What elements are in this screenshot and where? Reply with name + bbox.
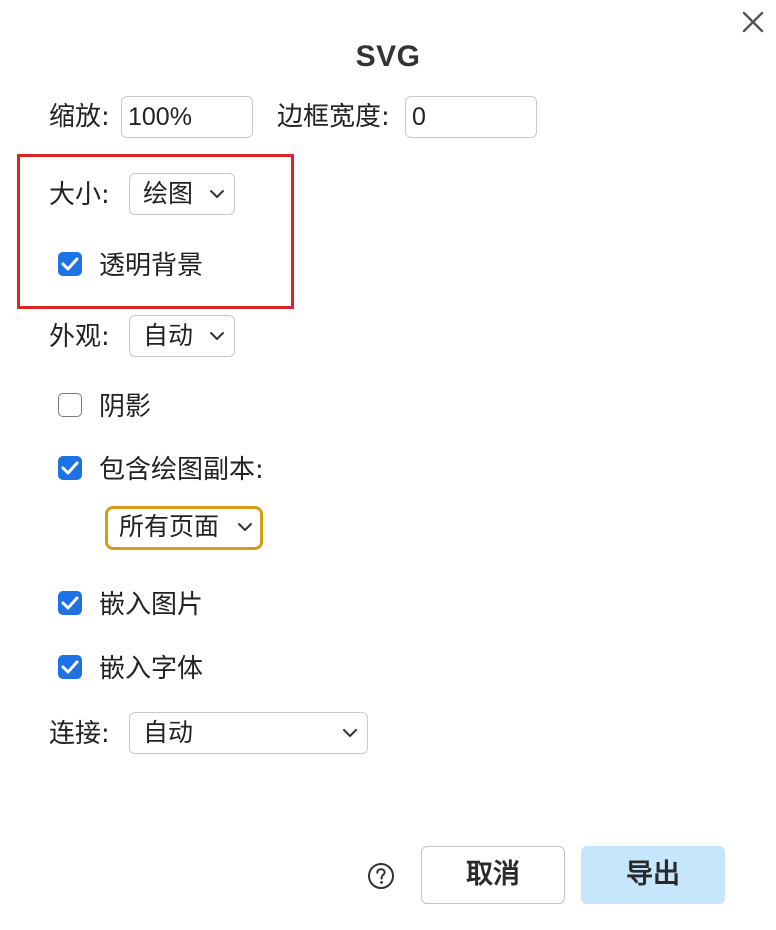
border-width-input[interactable]: 0: [405, 96, 537, 138]
chevron-down-icon: [210, 190, 224, 198]
chevron-down-icon: [210, 332, 224, 340]
size-label: 大小:: [49, 180, 110, 210]
shadow-checkbox[interactable]: [58, 393, 82, 417]
chevron-down-icon: [343, 729, 357, 737]
chevron-down-icon: [238, 523, 252, 531]
checkmark-icon: [61, 461, 79, 475]
cancel-button[interactable]: 取消: [421, 846, 565, 904]
pages-select-value: 所有页面: [119, 512, 220, 541]
embed-fonts-label: 嵌入字体: [99, 654, 204, 684]
embed-fonts-checkbox[interactable]: [58, 655, 82, 679]
dialog-title: SVG: [355, 40, 421, 73]
zoom-input[interactable]: 100%: [121, 96, 253, 138]
appearance-select-value: 自动: [143, 321, 194, 350]
appearance-select[interactable]: 自动: [129, 315, 235, 357]
size-select-value: 绘图: [143, 179, 194, 208]
checkmark-icon: [61, 660, 79, 674]
close-button[interactable]: [737, 6, 769, 38]
links-label: 连接:: [49, 719, 110, 749]
include-copy-label: 包含绘图副本:: [99, 455, 264, 485]
help-button[interactable]: [367, 862, 395, 890]
embed-images-label: 嵌入图片: [99, 590, 204, 620]
links-select[interactable]: 自动: [129, 712, 368, 754]
embed-images-checkbox[interactable]: [58, 591, 82, 615]
appearance-label: 外观:: [49, 322, 110, 352]
links-select-value: 自动: [143, 718, 194, 747]
border-width-label: 边框宽度:: [277, 102, 390, 132]
zoom-label: 缩放:: [49, 102, 110, 132]
close-icon: [742, 11, 764, 33]
help-circle-icon: [368, 863, 394, 889]
transparent-background-checkbox[interactable]: [58, 252, 82, 276]
size-select[interactable]: 绘图: [129, 173, 235, 215]
checkmark-icon: [61, 257, 79, 271]
export-svg-dialog: SVG 缩放: 100% 边框宽度: 0 大小: 绘图 透明背景 外观: 自动 …: [0, 0, 776, 930]
transparent-background-label: 透明背景: [99, 251, 204, 281]
export-button[interactable]: 导出: [581, 846, 725, 904]
pages-select[interactable]: 所有页面: [105, 506, 263, 550]
checkmark-icon: [61, 596, 79, 610]
shadow-label: 阴影: [99, 392, 152, 422]
include-copy-checkbox[interactable]: [58, 456, 82, 480]
